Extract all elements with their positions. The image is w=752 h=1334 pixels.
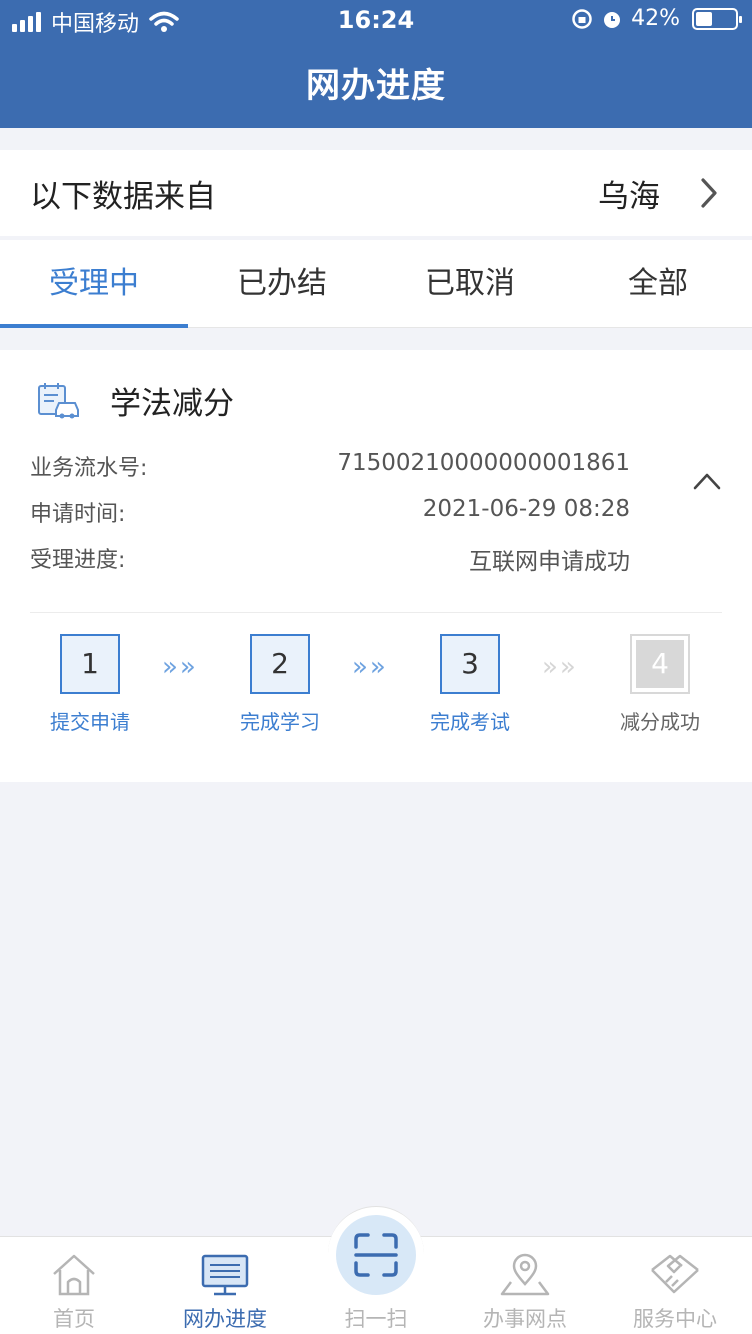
detail-value: 互联网申请成功 [469,549,630,575]
scan-icon [354,1233,398,1277]
chevron-up-icon[interactable] [692,470,722,492]
application-card: 学法减分 业务流水号: 71500210000000001861 申请时间: 2… [0,350,752,782]
step-label: 完成考试 [430,710,510,734]
step-label: 减分成功 [620,710,700,734]
nav-label: 办事网点 [483,1307,567,1331]
step-number: 3 [440,634,500,694]
status-right: 42% [571,6,742,31]
battery-fill [696,11,712,26]
tab-processing[interactable]: 受理中 [0,240,188,328]
detail-row-progress: 受理进度: 互联网申请成功 [30,542,630,588]
license-car-icon [38,382,79,418]
step-arrow-icon: »» [542,652,578,682]
detail-key: 申请时间: [30,502,126,527]
scan-button-inner [336,1215,416,1295]
scan-button[interactable] [328,1206,424,1302]
step-label: 提交申请 [50,710,130,734]
battery-icon [692,7,742,30]
step-4: 4 减分成功 [600,634,720,735]
step-number: 2 [250,634,310,694]
step-2: 2 完成学习 [220,634,340,735]
data-source-label: 以下数据来自 [30,178,216,215]
detail-rows: 业务流水号: 71500210000000001861 申请时间: 2021-0… [30,450,630,588]
tab-all[interactable]: 全部 [564,240,752,327]
detail-row-serial: 业务流水号: 71500210000000001861 [30,450,630,496]
handshake-icon [651,1254,699,1294]
alarm-icon [604,11,621,28]
detail-value: 2021-06-29 08:28 [422,496,630,522]
progress-steps: 1 提交申请 »» 2 完成学习 »» 3 完成考试 »» 4 减分成功 [0,634,752,744]
step-label: 完成学习 [240,710,320,734]
data-source-row[interactable]: 以下数据来自 乌海 [0,150,752,236]
nav-label: 网办进度 [183,1307,267,1331]
data-source-city: 乌海 [598,178,660,215]
home-icon [53,1254,95,1296]
step-number-box: 4 [630,634,690,694]
nav-label: 扫一扫 [344,1307,408,1331]
monitor-icon [201,1254,249,1296]
location-icon [500,1253,550,1296]
nav-progress[interactable]: 网办进度 [170,1249,280,1333]
step-arrow-icon: »» [352,652,388,682]
page-title: 网办进度 [306,66,446,106]
step-3: 3 完成考试 [410,634,530,735]
card-header: 学法减分 [36,378,234,423]
nav-service-center[interactable]: 服务中心 [620,1249,730,1333]
step-number: 1 [60,634,120,694]
battery-percent: 42% [631,6,680,31]
detail-key: 业务流水号: [30,456,148,481]
detail-value: 71500210000000001861 [337,450,630,476]
nav-label: 服务中心 [633,1307,717,1331]
rotation-lock-icon [572,8,592,29]
step-number: 4 [636,640,684,688]
card-divider [30,612,722,613]
status-bar: 中国移动 16:24 42% [0,0,752,40]
tab-completed[interactable]: 已办结 [188,240,376,327]
card-title: 学法减分 [110,386,234,422]
detail-row-time: 申请时间: 2021-06-29 08:28 [30,496,630,542]
status-tabs: 受理中 已办结 已取消 全部 [0,240,752,328]
nav-label: 首页 [53,1307,95,1331]
nav-service-points[interactable]: 办事网点 [470,1249,580,1333]
tab-cancelled[interactable]: 已取消 [376,240,564,327]
detail-key: 受理进度: [30,548,126,573]
nav-home[interactable]: 首页 [19,1249,129,1333]
chevron-right-icon [701,178,717,208]
top-bar: 中国移动 16:24 42% 网办进度 [0,0,752,128]
step-arrow-icon: »» [162,652,198,682]
step-1: 1 提交申请 [30,634,150,735]
